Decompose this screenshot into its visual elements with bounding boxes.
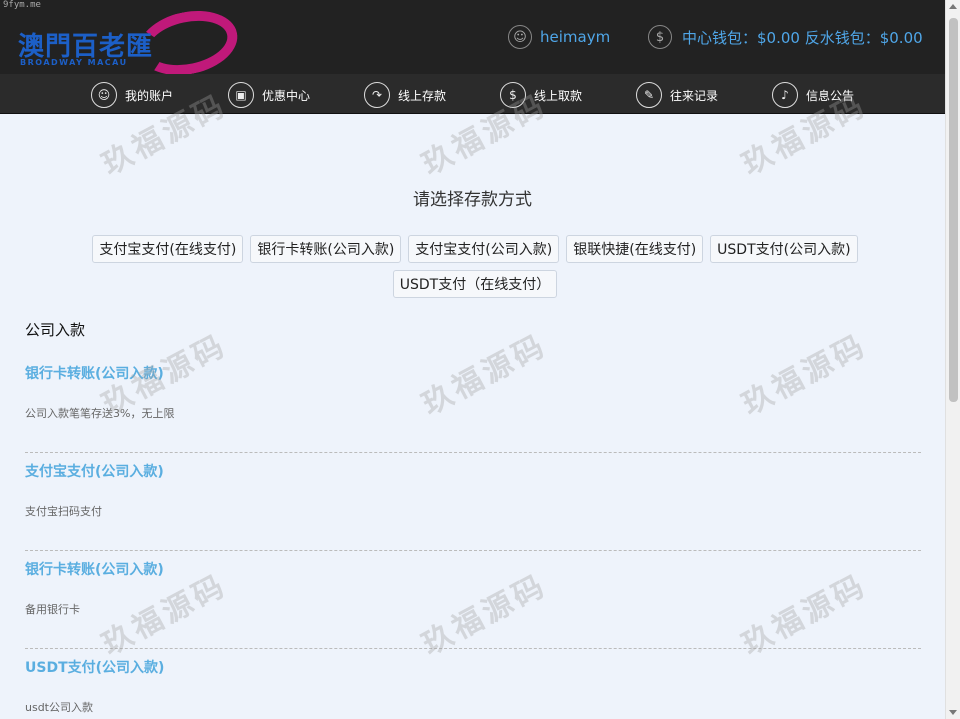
deposit-list: 银行卡转账(公司入款) 公司入款笔笔存送3%，无上限 支付宝支付(公司入款) 支…	[25, 355, 921, 719]
scroll-down-icon[interactable]	[949, 710, 957, 715]
nav-label: 我的账户	[125, 88, 174, 103]
list-item[interactable]: 银行卡转账(公司入款) 公司入款笔笔存送3%，无上限	[25, 355, 921, 453]
nav-records[interactable]: ✎ 往来记录	[636, 81, 718, 109]
method-button[interactable]: USDT支付(公司入款)	[710, 235, 858, 263]
nav-promotions[interactable]: ▣ 优惠中心	[228, 81, 310, 109]
record-icon: ✎	[636, 82, 662, 108]
item-desc: 支付宝扫码支付	[25, 505, 102, 518]
item-desc: usdt公司入款	[25, 701, 93, 714]
site-tag: 9fym.me	[3, 0, 41, 10]
item-desc: 备用银行卡	[25, 603, 80, 616]
item-title[interactable]: USDT支付(公司入款)	[25, 657, 164, 677]
list-item[interactable]: USDT支付(公司入款) usdt公司入款	[25, 649, 921, 719]
page-title: 请选择存款方式	[413, 190, 532, 210]
logo[interactable]: 澳門百老匯 BROADWAY MACAU	[18, 2, 244, 84]
bell-icon: ♪	[772, 82, 798, 108]
user-info[interactable]: ☺ heimaym	[508, 24, 610, 50]
gift-icon: ▣	[228, 82, 254, 108]
nav-label: 线上存款	[398, 88, 447, 103]
scroll-up-icon[interactable]	[949, 4, 957, 9]
nav-announcements[interactable]: ♪ 信息公告	[772, 81, 854, 109]
method-button[interactable]: 支付宝支付(公司入款)	[408, 235, 560, 263]
item-title[interactable]: 银行卡转账(公司入款)	[25, 363, 164, 383]
deposit-icon: ↷	[364, 82, 390, 108]
withdraw-icon: $	[500, 82, 526, 108]
nav-withdraw[interactable]: $ 线上取款	[500, 81, 582, 109]
list-item[interactable]: 支付宝支付(公司入款) 支付宝扫码支付	[25, 453, 921, 551]
user-avatar-icon: ☺	[508, 25, 532, 49]
scrollbar-thumb[interactable]	[949, 18, 958, 402]
nav-label: 优惠中心	[262, 88, 311, 103]
logo-text-en: BROADWAY MACAU	[20, 58, 128, 67]
section-title: 公司入款	[25, 321, 86, 339]
dollar-icon: $	[648, 25, 672, 49]
top-header: 澳門百老匯 BROADWAY MACAU ☺ heimaym $ 中心钱包：$0…	[0, 0, 945, 84]
user-icon: ☺	[91, 82, 117, 108]
nav-label: 信息公告	[806, 88, 855, 103]
item-title[interactable]: 支付宝支付(公司入款)	[25, 461, 164, 481]
nav-label: 线上取款	[534, 88, 583, 103]
wallet-balance: 中心钱包：$0.00 反水钱包：$0.00	[682, 28, 923, 47]
item-title[interactable]: 银行卡转账(公司入款)	[25, 559, 164, 579]
method-button[interactable]: 支付宝支付(在线支付)	[92, 235, 244, 263]
main-nav: ☺ 我的账户 ▣ 优惠中心 ↷ 线上存款 $ 线上取款 ✎ 往来记录 ♪ 信息公…	[0, 74, 945, 114]
nav-label: 往来记录	[670, 88, 719, 103]
payment-methods: 支付宝支付(在线支付) 银行卡转账(公司入款) 支付宝支付(公司入款) 银联快捷…	[70, 235, 880, 298]
username[interactable]: heimaym	[540, 28, 610, 46]
scrollbar[interactable]	[945, 0, 960, 719]
method-button[interactable]: 银行卡转账(公司入款)	[250, 235, 402, 263]
nav-deposit[interactable]: ↷ 线上存款	[364, 81, 446, 109]
method-button[interactable]: USDT支付（在线支付）	[392, 270, 558, 298]
list-item[interactable]: 银行卡转账(公司入款) 备用银行卡	[25, 551, 921, 649]
item-desc: 公司入款笔笔存送3%，无上限	[25, 407, 175, 420]
wallet-info: $ 中心钱包：$0.00 反水钱包：$0.00	[648, 24, 923, 50]
method-button[interactable]: 银联快捷(在线支付)	[566, 235, 704, 263]
nav-my-account[interactable]: ☺ 我的账户	[91, 81, 173, 109]
main-content: 请选择存款方式 支付宝支付(在线支付) 银行卡转账(公司入款) 支付宝支付(公司…	[0, 115, 945, 719]
